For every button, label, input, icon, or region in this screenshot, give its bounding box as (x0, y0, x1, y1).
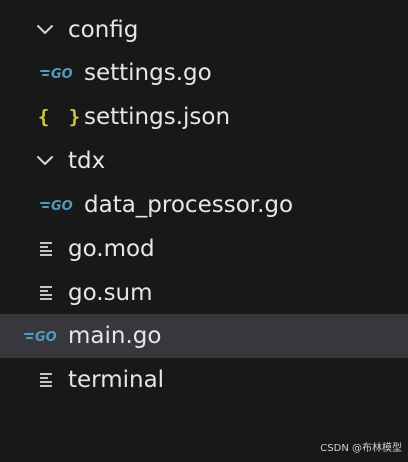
chevron-down-icon[interactable] (32, 8, 58, 52)
file-label-settings-json: settings.json (84, 104, 231, 130)
tree-folder-config[interactable]: config (0, 8, 408, 52)
file-explorer: config GO settings.go { } settings.json … (0, 0, 408, 462)
svg-text:GO: GO (51, 67, 73, 80)
tree-file-terminal[interactable]: terminal (0, 358, 408, 402)
tree-file-settings-json[interactable]: { } settings.json (0, 95, 408, 139)
text-file-icon (37, 358, 57, 402)
tree-file-main-go[interactable]: GO main.go (0, 314, 408, 358)
tree-file-settings-go[interactable]: GO settings.go (0, 51, 408, 95)
tree-folder-tdx[interactable]: tdx (0, 139, 408, 183)
svg-text:GO: GO (35, 330, 57, 343)
svg-text:GO: GO (51, 199, 73, 212)
go-file-icon: GO (39, 51, 79, 95)
file-label-go-sum: go.sum (68, 280, 153, 306)
go-file-icon: GO (39, 183, 79, 227)
file-label-data-processor-go: data_processor.go (84, 192, 294, 218)
watermark: CSDN @布林模型 (320, 443, 402, 454)
tree-file-go-mod[interactable]: go.mod (0, 227, 408, 271)
folder-label-config: config (68, 17, 139, 43)
file-label-terminal: terminal (68, 367, 165, 393)
tree-file-go-sum[interactable]: go.sum (0, 271, 408, 315)
chevron-down-icon[interactable] (32, 139, 58, 183)
text-file-icon (37, 227, 57, 271)
go-file-icon: GO (23, 314, 63, 358)
folder-label-tdx: tdx (68, 148, 106, 174)
file-label-main-go: main.go (68, 323, 162, 349)
file-label-go-mod: go.mod (68, 236, 155, 262)
text-file-icon (37, 271, 57, 315)
file-label-settings-go: settings.go (84, 60, 212, 86)
tree-file-data-processor-go[interactable]: GO data_processor.go (0, 183, 408, 227)
json-file-icon: { } (37, 106, 85, 128)
